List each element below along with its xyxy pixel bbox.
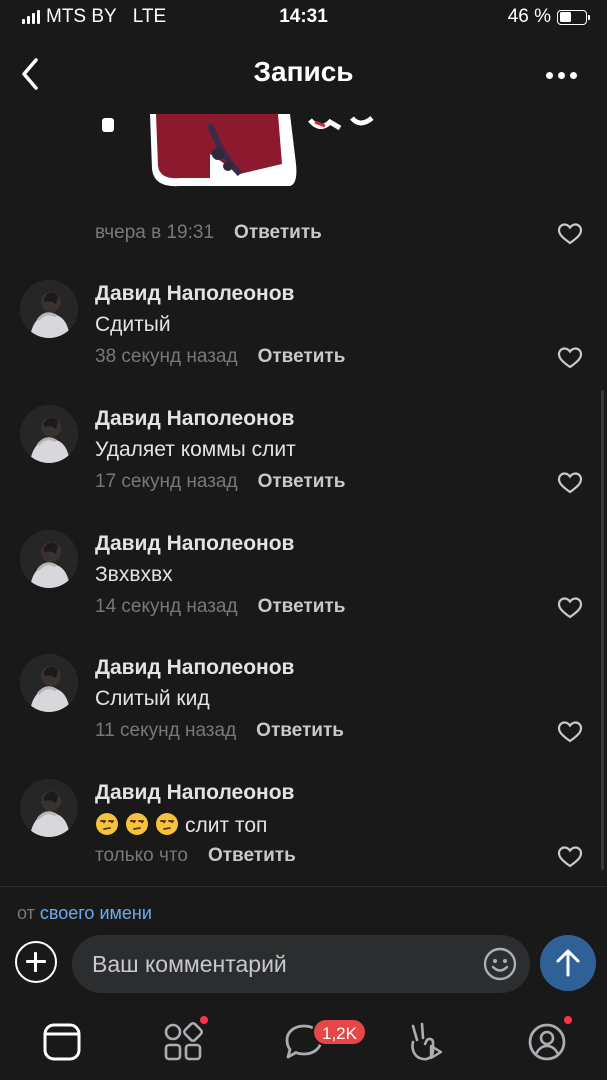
comment-text: слит топ — [185, 814, 268, 837]
profile-icon[interactable] — [525, 1020, 569, 1064]
clips-icon[interactable] — [405, 1020, 449, 1064]
heart-icon[interactable] — [557, 720, 583, 744]
add-attachment-button[interactable] — [15, 941, 57, 983]
heart-icon[interactable] — [557, 596, 583, 620]
comment-text: Сдитый — [95, 313, 171, 336]
battery-icon — [557, 9, 590, 25]
comment-item: Давид Наполеонов Слитый кид 11 секунд наза… — [0, 654, 607, 779]
comment-time: 38 секунд назад — [95, 346, 238, 367]
smile-icon[interactable] — [482, 946, 518, 982]
page-title: Запись — [253, 56, 354, 87]
comment-text: Удаляет коммы слит — [95, 438, 296, 461]
from-identity-link[interactable]: своего имени — [40, 903, 152, 923]
scrollbar[interactable] — [601, 390, 604, 870]
comment-time: 14 секунд назад — [95, 596, 238, 617]
avatar[interactable] — [20, 405, 78, 463]
comment-time: 11 секунд назад — [95, 720, 237, 741]
heart-icon[interactable] — [557, 346, 583, 370]
divider — [0, 886, 607, 887]
comment-time: только что — [95, 845, 188, 866]
profile-notification-dot — [564, 1016, 572, 1024]
comment-meta: 17 секунд назад Ответить — [95, 471, 345, 493]
comment-time: вчера в 19:31 — [95, 222, 215, 243]
unamused-emoji-icon — [126, 813, 148, 835]
messages-badge: 1,2K — [312, 1018, 367, 1046]
comment-text: Слитый кид — [95, 687, 210, 710]
heart-icon[interactable] — [557, 471, 583, 495]
comment-placeholder: Ваш комментарий — [92, 951, 287, 977]
comment-body: Сдитый — [95, 313, 171, 337]
comment-meta: 38 секунд назад Ответить — [95, 346, 345, 368]
comment-item: Давид Наполеонов Сдитый 38 секунд назад Отв… — [0, 280, 607, 405]
services-icon[interactable] — [161, 1020, 205, 1064]
comment-item: Давид Наполеонов Звхвхвх 14 секунд назад От… — [0, 530, 607, 655]
battery-percent: 46 % — [507, 6, 551, 27]
comment-body: Удаляет коммы слит — [95, 438, 296, 462]
comment-author[interactable]: Давид Наполеонов — [95, 656, 294, 680]
avatar[interactable] — [20, 654, 78, 712]
comment-body: слит топ — [95, 812, 267, 838]
heart-icon[interactable] — [557, 845, 583, 869]
tab-bar: 1,2K — [0, 1002, 607, 1080]
reply-button[interactable]: Ответить — [258, 596, 346, 618]
sticker-image — [102, 114, 374, 187]
comment-author[interactable]: Давид Наполеонов — [95, 407, 294, 431]
comment-meta: только что Ответить — [95, 845, 296, 867]
reply-button[interactable]: Ответить — [208, 845, 296, 867]
comment-author[interactable]: Давид Наполеонов — [95, 781, 294, 805]
heart-icon[interactable] — [557, 222, 583, 246]
comment-input[interactable]: Ваш комментарий — [72, 935, 530, 993]
comment-author[interactable]: Давид Наполеонов — [95, 282, 294, 306]
from-prefix: от — [17, 903, 35, 923]
avatar[interactable] — [20, 530, 78, 588]
comment-author[interactable]: Давид Наполеонов — [95, 532, 294, 556]
status-bar: MTS BY LTE 14:31 46 % — [0, 0, 607, 36]
unamused-emoji-icon — [96, 813, 118, 835]
news-icon[interactable] — [40, 1020, 84, 1064]
reply-button[interactable]: Ответить — [234, 222, 322, 244]
reply-button[interactable]: Ответить — [256, 720, 344, 742]
avatar[interactable] — [20, 779, 78, 837]
comment-text: Звхвхвх — [95, 563, 173, 586]
reply-button[interactable]: Ответить — [258, 346, 346, 368]
services-notification-dot — [200, 1016, 208, 1024]
send-button[interactable] — [540, 935, 596, 991]
comment-item: Давид Наполеонов Удаляет коммы слит 17 сек… — [0, 405, 607, 530]
comment-as-line: от своего имени — [17, 903, 152, 924]
unamused-emoji-icon — [156, 813, 178, 835]
sticker-comment-meta: вчера в 19:31 Ответить — [95, 222, 322, 244]
avatar[interactable] — [20, 280, 78, 338]
comment-meta: 14 секунд назад Ответить — [95, 596, 345, 618]
comment-meta: 11 секунд назад Ответить — [95, 720, 344, 742]
reply-button[interactable]: Ответить — [258, 471, 346, 493]
comment-time: 17 секунд назад — [95, 471, 238, 492]
page-header: Запись — [0, 36, 607, 114]
comment-body: Слитый кид — [95, 687, 210, 711]
more-horizontal-icon[interactable] — [546, 72, 577, 79]
comment-body: Звхвхвх — [95, 563, 173, 587]
